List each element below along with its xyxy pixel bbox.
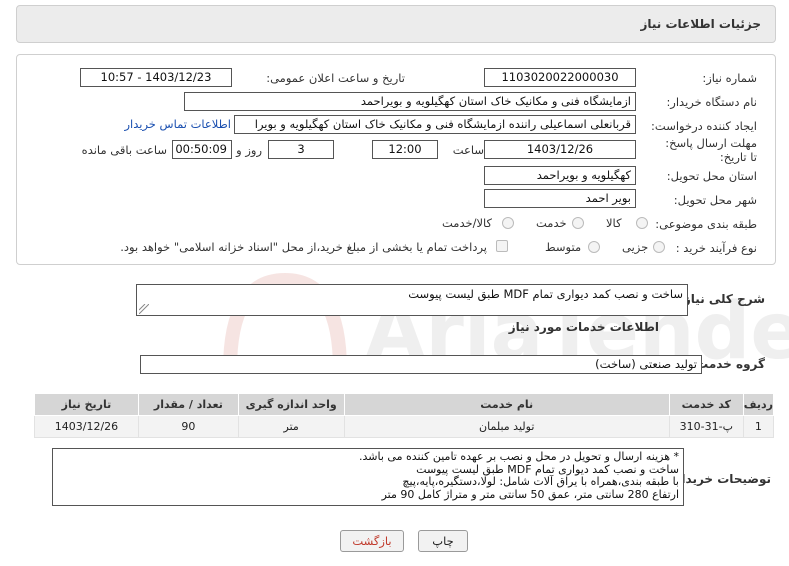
need-number-field: 1103020022000030 (484, 68, 636, 87)
category-radio-service[interactable] (572, 217, 584, 229)
cell-unit: متر (237, 415, 345, 438)
back-button[interactable]: بازگشت (340, 530, 404, 552)
deadline-time-label: ساعت (452, 143, 484, 157)
category-radio-goods[interactable] (636, 217, 648, 229)
cell-row-number: 1 (742, 415, 775, 438)
print-button[interactable]: چاپ (418, 530, 468, 552)
process-label: نوع فرآیند خرید : (675, 241, 757, 255)
services-section-title: اطلاعات خدمات مورد نیاز (508, 320, 659, 334)
cell-need-date: 1403/12/26 (34, 415, 139, 438)
buyer-notes-line: با طبقه بندی،همراه با یراق آلات شامل: لو… (402, 475, 679, 488)
city-field: بویر احمد (484, 189, 636, 208)
category-option-service: خدمت (536, 216, 567, 230)
deadline-time-field: 12:00 (372, 140, 438, 159)
process-radio-minor[interactable] (653, 241, 665, 253)
description-text: ساخت و نصب کمد دیواری تمام MDF طبق لیست … (408, 287, 683, 301)
col-header-service-code: کد خدمت (668, 393, 744, 416)
remaining-label: ساعت باقی مانده (81, 143, 167, 157)
need-number-label: شماره نیاز: (702, 71, 757, 85)
buyer-org-field: ازمایشگاه فنی و مکانیک خاک استان کهگیلوی… (184, 92, 636, 111)
category-option-goods-service: کالا/خدمت (442, 216, 493, 230)
service-group-label: گروه خدمت: (691, 357, 765, 371)
remaining-days-field: 3 (268, 140, 334, 159)
treasury-payment-note: پرداخت تمام یا بخشی از مبلغ خرید،از محل … (120, 240, 487, 254)
province-label: استان محل تحویل: (666, 169, 757, 183)
col-header-unit: واحد اندازه گیری (237, 393, 345, 416)
services-table: ردیف کد خدمت نام خدمت واحد اندازه گیری ت… (34, 393, 775, 438)
deadline-label: مهلت ارسال پاسخ: تا تاریخ: (665, 136, 757, 164)
remaining-time-field: 00:50:09 (172, 140, 232, 159)
announce-datetime-field: 1403/12/23 - 10:57 (80, 68, 232, 87)
buyer-notes-label: توضیحات خریدار: (669, 472, 771, 486)
table-header-row: ردیف کد خدمت نام خدمت واحد اندازه گیری ت… (34, 393, 775, 416)
deadline-date-field: 1403/12/26 (484, 140, 636, 159)
city-label: شهر محل تحویل: (673, 193, 757, 207)
requester-field: قربانعلی اسماعیلی راننده ازمایشگاه فنی و… (234, 115, 636, 134)
buyer-notes-textarea: * هزینه ارسال و تحویل در محل و نصب بر عه… (52, 448, 684, 506)
description-resize-grip[interactable] (139, 304, 149, 314)
buyer-notes-line: ارتفاع 280 سانتی متر، عمق 50 سانتی متر و… (381, 487, 679, 501)
requester-label: ایجاد کننده درخواست: (651, 119, 757, 133)
category-option-goods: کالا (606, 216, 622, 230)
col-header-need-date: تاریخ نیاز (34, 393, 139, 416)
cell-service-code: پ-31-310 (668, 415, 744, 438)
col-header-service-name: نام خدمت (343, 393, 670, 416)
category-radio-goods-service[interactable] (502, 217, 514, 229)
category-label: طبقه بندی موضوعی: (655, 217, 757, 231)
buyer-org-label: نام دستگاه خریدار: (666, 95, 757, 109)
treasury-payment-checkbox[interactable] (496, 240, 508, 252)
buyer-notes-line: * هزینه ارسال و تحویل در محل و نصب بر عه… (359, 450, 679, 463)
description-label: شرح کلی نیاز: (679, 292, 765, 306)
col-header-row-number: ردیف (742, 393, 775, 416)
aria-tender-watermark: AriaTender.neT (223, 272, 789, 377)
header-panel: جزئیات اطلاعات نیاز (16, 5, 776, 43)
process-option-minor: جزیی (622, 240, 649, 254)
col-header-quantity: تعداد / مقدار (137, 393, 239, 416)
process-option-medium: متوسط (545, 240, 582, 254)
announce-datetime-label: تاریخ و ساعت اعلان عمومی: (266, 71, 405, 85)
province-field: کهگیلویه و بویراحمد (484, 166, 636, 185)
service-group-field: تولید صنعتی (ساخت) (140, 355, 702, 374)
description-textarea: ساخت و نصب کمد دیواری تمام MDF طبق لیست … (136, 284, 688, 316)
cell-quantity: 90 (137, 415, 239, 438)
page-title: جزئیات اطلاعات نیاز (640, 17, 761, 31)
cell-service-name: تولید مبلمان (343, 415, 670, 438)
buyer-contact-link[interactable]: اطلاعات تماس خریدار (124, 117, 231, 131)
table-row: 1 پ-31-310 تولید مبلمان متر 90 1403/12/2… (34, 415, 775, 438)
days-label: روز و (236, 143, 262, 157)
process-radio-medium[interactable] (588, 241, 600, 253)
